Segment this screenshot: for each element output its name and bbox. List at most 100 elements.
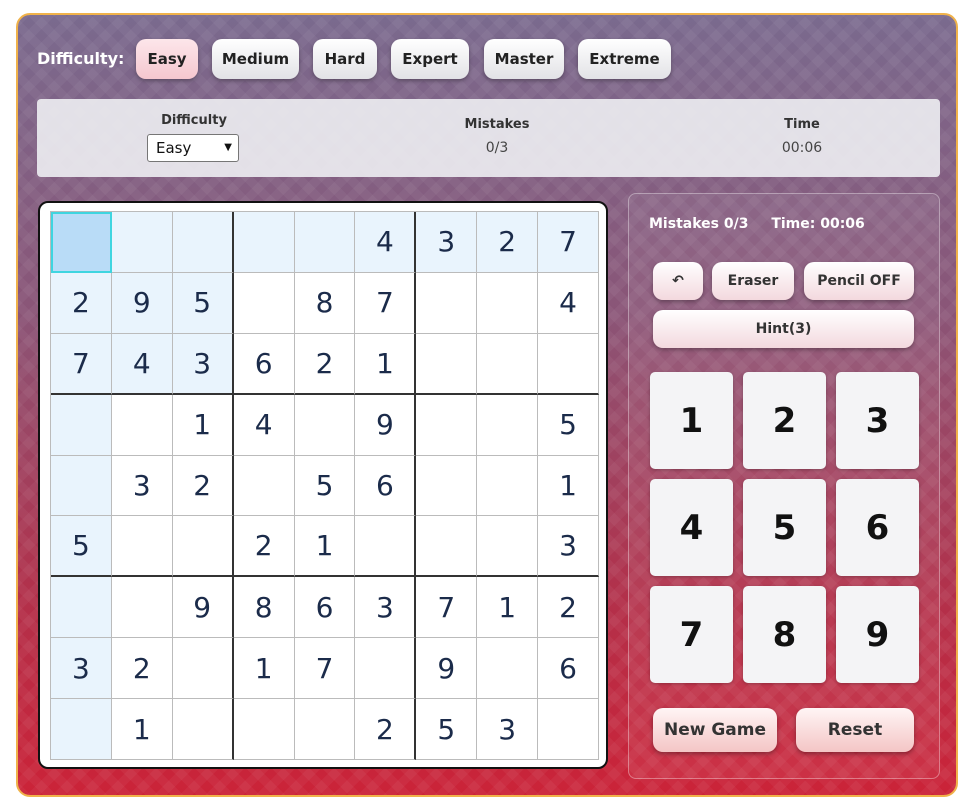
sudoku-cell[interactable]: 6 (538, 638, 599, 700)
sudoku-cell[interactable]: 2 (355, 699, 417, 760)
sudoku-cell[interactable]: 4 (538, 272, 599, 334)
sudoku-cell[interactable] (477, 272, 539, 334)
sudoku-cell[interactable] (355, 516, 417, 578)
sudoku-cell[interactable]: 5 (172, 272, 234, 334)
sudoku-cell[interactable] (538, 333, 599, 395)
difficulty-master-button[interactable]: Master (484, 39, 564, 79)
sudoku-cell[interactable]: 6 (294, 577, 356, 639)
sudoku-cell[interactable]: 2 (294, 333, 356, 395)
sudoku-cell[interactable] (416, 272, 478, 334)
sudoku-cell[interactable]: 9 (111, 272, 173, 334)
sudoku-cell[interactable] (51, 699, 112, 760)
number-button-8[interactable]: 8 (743, 586, 826, 683)
sudoku-cell[interactable] (172, 516, 234, 578)
sudoku-cell[interactable] (233, 455, 295, 517)
sudoku-cell[interactable]: 2 (172, 455, 234, 517)
sudoku-cell[interactable]: 3 (111, 455, 173, 517)
sudoku-cell[interactable]: 3 (538, 516, 599, 578)
number-button-2[interactable]: 2 (743, 372, 826, 469)
pencil-toggle-button[interactable]: Pencil OFF (804, 262, 914, 300)
sudoku-cell[interactable]: 8 (233, 577, 295, 639)
sudoku-cell[interactable] (111, 577, 173, 639)
sudoku-cell[interactable] (477, 455, 539, 517)
sudoku-cell[interactable]: 1 (294, 516, 356, 578)
sudoku-cell[interactable] (477, 394, 539, 456)
difficulty-hard-button[interactable]: Hard (313, 39, 377, 79)
difficulty-expert-button[interactable]: Expert (391, 39, 469, 79)
sudoku-cell[interactable] (172, 699, 234, 760)
sudoku-cell[interactable]: 2 (233, 516, 295, 578)
new-game-button[interactable]: New Game (653, 708, 777, 752)
number-button-6[interactable]: 6 (836, 479, 919, 576)
sudoku-cell[interactable]: 6 (355, 455, 417, 517)
sudoku-cell[interactable]: 3 (51, 638, 112, 700)
sudoku-cell[interactable]: 3 (355, 577, 417, 639)
sudoku-cell[interactable]: 6 (233, 333, 295, 395)
sudoku-cell[interactable] (51, 394, 112, 456)
number-button-5[interactable]: 5 (743, 479, 826, 576)
sudoku-cell[interactable]: 4 (355, 212, 417, 273)
sudoku-cell[interactable]: 9 (355, 394, 417, 456)
sudoku-cell[interactable] (51, 212, 112, 273)
sudoku-cell[interactable]: 4 (111, 333, 173, 395)
sudoku-cell[interactable]: 7 (294, 638, 356, 700)
number-button-9[interactable]: 9 (836, 586, 919, 683)
sudoku-cell[interactable] (233, 212, 295, 273)
sudoku-cell[interactable] (477, 638, 539, 700)
sudoku-cell[interactable] (416, 516, 478, 578)
sudoku-cell[interactable]: 3 (172, 333, 234, 395)
sudoku-cell[interactable]: 5 (416, 699, 478, 760)
sudoku-cell[interactable]: 9 (172, 577, 234, 639)
sudoku-cell[interactable]: 9 (416, 638, 478, 700)
sudoku-cell[interactable]: 1 (355, 333, 417, 395)
sudoku-cell[interactable] (538, 699, 599, 760)
difficulty-select[interactable]: Easy ▼ (147, 134, 239, 162)
sudoku-cell[interactable]: 4 (233, 394, 295, 456)
sudoku-cell[interactable] (172, 638, 234, 700)
sudoku-cell[interactable]: 3 (477, 699, 539, 760)
sudoku-cell[interactable] (111, 212, 173, 273)
sudoku-cell[interactable]: 2 (538, 577, 599, 639)
difficulty-easy-button[interactable]: Easy (136, 39, 198, 79)
sudoku-cell[interactable]: 7 (355, 272, 417, 334)
eraser-button[interactable]: Eraser (712, 262, 794, 300)
sudoku-cell[interactable]: 1 (111, 699, 173, 760)
reset-button[interactable]: Reset (796, 708, 914, 752)
sudoku-cell[interactable] (477, 333, 539, 395)
sudoku-cell[interactable]: 2 (111, 638, 173, 700)
sudoku-cell[interactable]: 8 (294, 272, 356, 334)
sudoku-cell[interactable]: 1 (172, 394, 234, 456)
difficulty-extreme-button[interactable]: Extreme (578, 39, 671, 79)
sudoku-cell[interactable]: 3 (416, 212, 478, 273)
sudoku-cell[interactable] (233, 699, 295, 760)
sudoku-cell[interactable] (111, 394, 173, 456)
sudoku-cell[interactable] (172, 212, 234, 273)
sudoku-cell[interactable] (233, 272, 295, 334)
sudoku-cell[interactable] (294, 394, 356, 456)
sudoku-cell[interactable] (416, 455, 478, 517)
sudoku-cell[interactable]: 2 (477, 212, 539, 273)
undo-button[interactable]: ↶ (653, 262, 703, 300)
sudoku-cell[interactable] (416, 333, 478, 395)
sudoku-cell[interactable] (355, 638, 417, 700)
sudoku-cell[interactable] (111, 516, 173, 578)
sudoku-cell[interactable] (477, 516, 539, 578)
sudoku-cell[interactable]: 7 (538, 212, 599, 273)
sudoku-cell[interactable] (294, 212, 356, 273)
number-button-3[interactable]: 3 (836, 372, 919, 469)
sudoku-cell[interactable] (294, 699, 356, 760)
number-button-7[interactable]: 7 (650, 586, 733, 683)
number-button-1[interactable]: 1 (650, 372, 733, 469)
hint-button[interactable]: Hint(3) (653, 310, 914, 348)
sudoku-cell[interactable]: 1 (538, 455, 599, 517)
sudoku-cell[interactable] (416, 394, 478, 456)
sudoku-cell[interactable]: 5 (294, 455, 356, 517)
sudoku-cell[interactable]: 2 (51, 272, 112, 334)
sudoku-cell[interactable]: 1 (233, 638, 295, 700)
sudoku-cell[interactable]: 5 (538, 394, 599, 456)
sudoku-cell[interactable]: 1 (477, 577, 539, 639)
sudoku-cell[interactable] (51, 455, 112, 517)
sudoku-cell[interactable] (51, 577, 112, 639)
sudoku-cell[interactable]: 7 (416, 577, 478, 639)
sudoku-cell[interactable]: 7 (51, 333, 112, 395)
